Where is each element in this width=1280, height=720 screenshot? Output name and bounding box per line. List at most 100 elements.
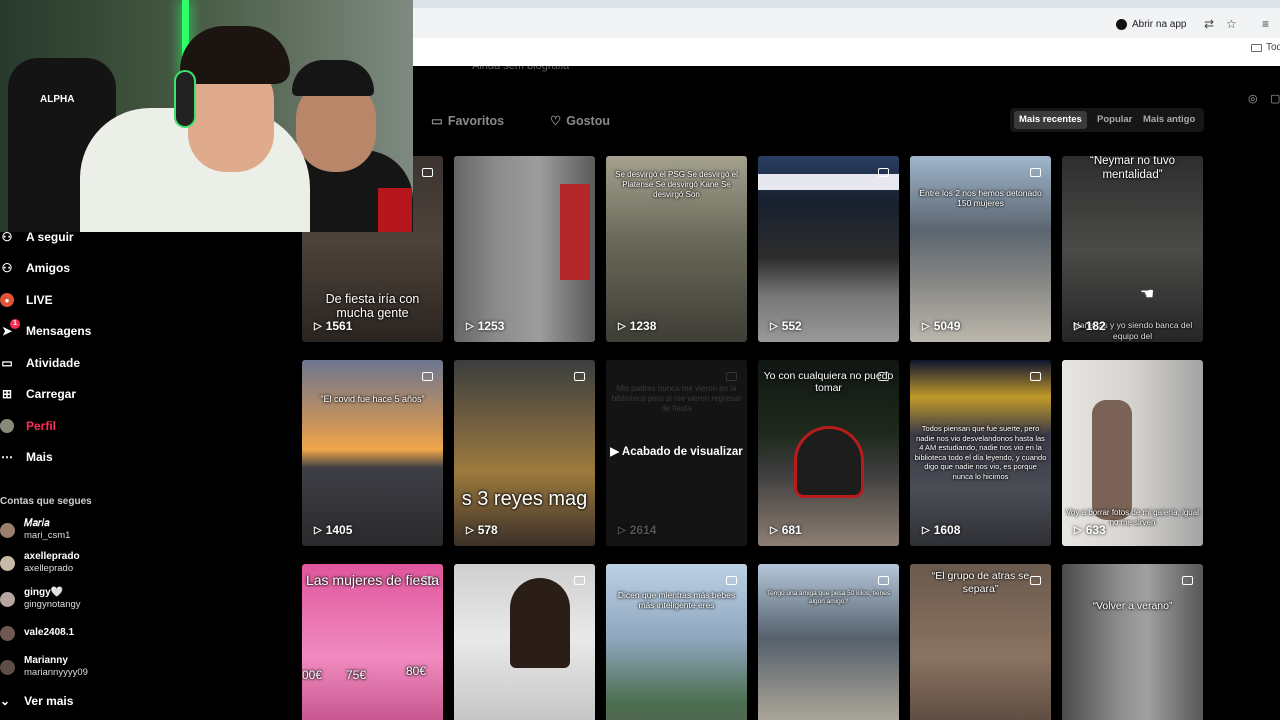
sidebar-item-live[interactable]: ● LIVE [0, 290, 53, 310]
video-caption: De fiesta iría con mucha gente [325, 292, 420, 320]
chevron-down-icon: ⌄ [0, 694, 11, 708]
reading-list-icon[interactable]: ≡ [1262, 14, 1269, 34]
video-card[interactable]: “Volver a verano” [1062, 564, 1203, 720]
play-icon: ▷ [466, 524, 474, 536]
sidebar-item-label: Amigos [26, 261, 71, 275]
sidebar-item-amigos[interactable]: ⚇ Amigos [0, 258, 70, 278]
see-more-button[interactable]: ⌄ Ver mais [0, 694, 73, 708]
sidebar-item-atividade[interactable]: ▭ Atividade [0, 353, 80, 373]
upload-icon: ⊞ [1, 387, 13, 401]
video-card[interactable]: s 3 reyes mag ▷ 578 [454, 360, 595, 546]
sort-popular[interactable]: Popular [1092, 111, 1137, 129]
live-icon: ● [0, 293, 14, 307]
video-card[interactable]: “El grupo de atras se separa” [910, 564, 1051, 720]
video-card[interactable]: ▷ 1253 [454, 156, 595, 342]
video-card[interactable]: Tengo una amiga que pesa 50 kilos, tiene… [758, 564, 899, 720]
profile-bio: Ainda sem biografia [472, 66, 570, 72]
account-handle: mari_csm1 [24, 530, 71, 541]
video-card[interactable]: Mis padres nunca me vieron en la bibliot… [606, 360, 747, 546]
play-icon: ▷ [618, 320, 626, 332]
video-card[interactable]: Las mujeres de fiesta 00€ 75€ 80€ [302, 564, 443, 720]
followed-account[interactable]: mariannyyyy09vale2408.1 [0, 620, 74, 646]
video-card[interactable]: “El covid fue hace 5 años” ▷ 1405 [302, 360, 443, 546]
avatar [0, 625, 15, 641]
video-card[interactable]: Yo con cualquiera no puedo tomar ▷ 681 [758, 360, 899, 546]
account-name: gingy🤍 [24, 587, 64, 598]
video-caption: “Neymar no tuvo mentalidad” [1089, 156, 1175, 181]
view-count: ▷ 681 [770, 523, 802, 537]
tab-gostou[interactable]: ♡ Gostou [550, 113, 610, 129]
play-icon: ▷ [922, 320, 930, 332]
sidebar-item-perfil[interactable]: Perfil [0, 416, 56, 436]
profile-icon [0, 419, 14, 433]
followed-account[interactable]: gingy🤍 gingynotangy [0, 586, 81, 612]
play-icon: ▷ [770, 524, 778, 536]
vending-machine [560, 184, 590, 280]
view-count-value: 681 [781, 523, 802, 537]
account-handle: axelleprado [24, 563, 74, 574]
video-thumbnail [606, 564, 747, 720]
bookmark-icon: ▭ [431, 114, 443, 128]
multi-image-icon [878, 576, 889, 585]
watched-label: ▶ Acabado de visualizar [606, 444, 747, 458]
video-caption: Se desvirgó el PSG Se desvirgó el Platen… [615, 170, 738, 199]
bookmark-folder[interactable]: Todo [1251, 42, 1280, 53]
video-caption: Tengo una amiga que pesa 50 kilos, tiene… [766, 590, 891, 605]
view-count-value: 1253 [477, 319, 505, 333]
video-card[interactable]: Todos piensan que fue suerte, pero nadie… [910, 360, 1051, 546]
play-icon: ▷ [314, 524, 322, 536]
view-count: ▷ 1405 [314, 523, 352, 537]
multi-image-icon [726, 576, 737, 585]
video-thumbnail [1062, 564, 1203, 720]
sidebar: ⚇ A seguir ⚇ Amigos ● LIVE ➤ 1 Mensagens … [0, 230, 290, 720]
view-count-value: 1561 [325, 319, 353, 333]
account-name: 𝑀𝑎𝑟𝑖𝑎 [24, 518, 50, 529]
view-count-value: 5049 [933, 319, 961, 333]
account-name: axelleprado [24, 551, 80, 562]
followed-account[interactable]: axelleprado axelleprado [0, 550, 80, 576]
friends-icon: ⚇ [1, 261, 13, 275]
settings-icon[interactable]: ◎ [1248, 92, 1258, 105]
video-card[interactable]: Voy a borrar fotos de mi galería, igual … [1062, 360, 1203, 546]
avatar [0, 591, 15, 607]
view-count: ▷ 1253 [466, 319, 504, 333]
video-caption: “El covid fue hace 5 años” [320, 394, 425, 404]
multi-image-icon [726, 372, 737, 381]
view-count-value: 1238 [629, 319, 657, 333]
sidebar-item-mensagens[interactable]: ➤ 1 Mensagens [0, 319, 91, 341]
view-count-value: 578 [477, 523, 498, 537]
multi-image-icon [1182, 576, 1193, 585]
video-card[interactable]: Entre los 2 nos hemos detonado 150 mujer… [910, 156, 1051, 342]
sidebar-item-label: Perfil [26, 419, 57, 433]
sidebar-item-carregar[interactable]: ⊞ Carregar [0, 384, 76, 404]
sort-recent[interactable]: Mais recentes [1014, 111, 1087, 129]
account-name: Marianny [24, 655, 68, 666]
sidebar-item-label: Mais [26, 450, 53, 464]
open-in-app-button[interactable]: Abrir na app [1116, 14, 1186, 34]
tab-favoritos[interactable]: ▭ Favoritos [431, 113, 504, 129]
multi-image-icon [422, 168, 433, 177]
sidebar-item-label: LIVE [26, 293, 53, 307]
video-card[interactable]: Se desvirgó el PSG Se desvirgó el Platen… [606, 156, 747, 342]
video-card[interactable]: Dicen que mientras más bebes más intelig… [606, 564, 747, 720]
sidebar-item-mais[interactable]: ⋯ Mais [0, 447, 53, 467]
person-hair [180, 26, 290, 84]
headset [174, 70, 196, 128]
video-card[interactable] [454, 564, 595, 720]
translate-icon[interactable]: ⇄ [1204, 14, 1214, 34]
followed-account[interactable]: Marianny mariannyyyy09 [0, 654, 88, 680]
video-caption: Dicen que mientras más bebes más intelig… [617, 590, 736, 610]
view-count-value: 182 [1085, 319, 1106, 333]
video-card[interactable]: “Neymar no tuvo mentalidad” Mañanas y yo… [1062, 156, 1203, 342]
watched-label-text: Acabado de visualizar [621, 446, 743, 458]
sidebar-item-label: Carregar [26, 387, 77, 401]
share-icon[interactable]: ▢ [1270, 92, 1280, 105]
view-count-value: 552 [781, 319, 802, 333]
star-icon[interactable]: ☆ [1226, 14, 1237, 34]
play-icon: ▷ [618, 524, 626, 536]
followed-account[interactable]: 𝑀𝑎𝑟𝑖𝑎 mari_csm1 [0, 517, 70, 543]
folder-icon [1251, 43, 1262, 52]
video-card[interactable]: ▷ 552 [758, 156, 899, 342]
sort-oldest[interactable]: Mais antigo [1138, 111, 1200, 129]
play-icon: ▷ [314, 320, 322, 332]
